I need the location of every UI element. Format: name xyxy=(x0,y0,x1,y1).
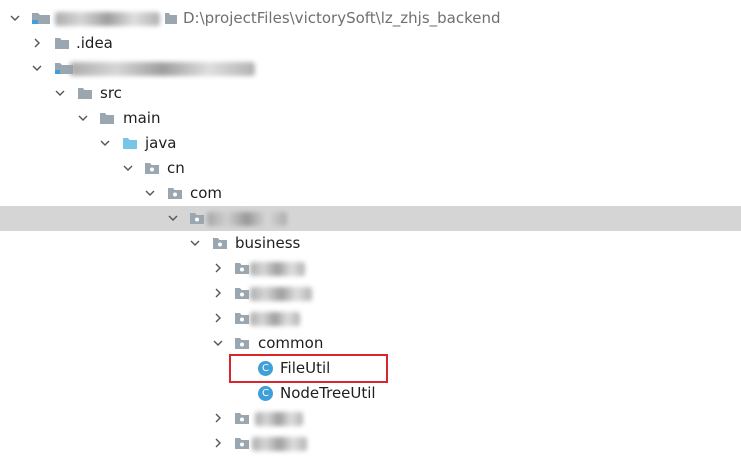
source-folder-icon xyxy=(123,138,137,149)
redacted-package-name xyxy=(250,287,312,301)
chevron-right-icon[interactable] xyxy=(213,263,223,273)
package-icon xyxy=(235,438,249,449)
tree-label-main: main xyxy=(123,109,161,127)
tree-label-node-tree-util: NodeTreeUtil xyxy=(280,384,376,402)
chevron-down-icon[interactable] xyxy=(32,63,42,73)
tree-row-idea[interactable]: .idea xyxy=(0,31,741,56)
package-icon xyxy=(235,338,249,349)
redacted-module-name xyxy=(70,62,255,76)
package-icon xyxy=(235,313,249,324)
chevron-down-icon[interactable] xyxy=(123,163,133,173)
tree-row-cn[interactable]: cn xyxy=(0,156,741,181)
package-icon xyxy=(235,288,249,299)
tree-row-redacted-5[interactable] xyxy=(0,431,741,456)
tree-label-common: common xyxy=(258,334,324,352)
chevron-down-icon[interactable] xyxy=(78,113,88,123)
folder-icon xyxy=(78,88,92,99)
redacted-project-name xyxy=(55,12,160,26)
redacted-package-name xyxy=(250,262,305,276)
chevron-down-icon[interactable] xyxy=(145,188,155,198)
package-icon xyxy=(145,163,159,174)
chevron-right-icon[interactable] xyxy=(213,438,223,448)
tree-label-java: java xyxy=(145,134,177,152)
package-icon xyxy=(190,213,204,224)
chevron-down-icon[interactable] xyxy=(100,138,110,148)
folder-icon xyxy=(100,113,114,124)
chevron-right-icon[interactable] xyxy=(32,38,42,48)
tree-row-common[interactable]: common xyxy=(0,331,741,356)
class-icon: C xyxy=(258,386,273,401)
tree-row-main[interactable]: main xyxy=(0,106,741,131)
tree-label-business: business xyxy=(235,234,301,252)
tree-row-redacted-4[interactable] xyxy=(0,406,741,431)
package-icon xyxy=(235,413,249,424)
module-folder-icon xyxy=(32,13,50,24)
tree-label-idea: .idea xyxy=(76,34,113,52)
package-icon xyxy=(168,188,182,199)
redacted-package-name xyxy=(250,312,300,326)
chevron-down-icon[interactable] xyxy=(190,238,200,248)
chevron-right-icon[interactable] xyxy=(213,288,223,298)
tree-row-node-tree-util[interactable]: C NodeTreeUtil xyxy=(0,381,741,406)
tree-row-java[interactable]: java xyxy=(0,131,741,156)
folder-icon xyxy=(55,38,69,49)
project-path: D:\projectFiles\victorySoft\lz_zhjs_back… xyxy=(183,9,501,27)
redacted-package-name xyxy=(252,437,307,451)
package-icon xyxy=(213,238,227,249)
chevron-down-icon[interactable] xyxy=(55,88,65,98)
tree-row-module[interactable] xyxy=(0,56,741,81)
tree-row-src[interactable]: src xyxy=(0,81,741,106)
tree-row-redacted-1[interactable] xyxy=(0,256,741,281)
tree-row-redacted-3[interactable] xyxy=(0,306,741,331)
tree-row-root[interactable]: D:\projectFiles\victorySoft\lz_zhjs_back… xyxy=(0,6,741,31)
tree-row-com[interactable]: com xyxy=(0,181,741,206)
chevron-down-icon[interactable] xyxy=(213,338,223,348)
chevron-right-icon[interactable] xyxy=(213,313,223,323)
tree-label-src: src xyxy=(100,84,122,102)
chevron-right-icon[interactable] xyxy=(213,413,223,423)
redacted-package-name xyxy=(255,412,303,426)
tree-row-redacted-package[interactable] xyxy=(0,206,741,231)
redacted-package-name xyxy=(207,212,287,226)
folder-small-icon xyxy=(165,13,177,24)
tree-row-redacted-2[interactable] xyxy=(0,281,741,306)
chevron-down-icon[interactable] xyxy=(168,213,178,223)
package-icon xyxy=(235,263,249,274)
tree-label-com: com xyxy=(190,184,223,202)
highlight-box xyxy=(229,354,388,383)
tree-label-cn: cn xyxy=(167,159,185,177)
chevron-down-icon[interactable] xyxy=(10,13,20,23)
tree-row-business[interactable]: business xyxy=(0,231,741,256)
